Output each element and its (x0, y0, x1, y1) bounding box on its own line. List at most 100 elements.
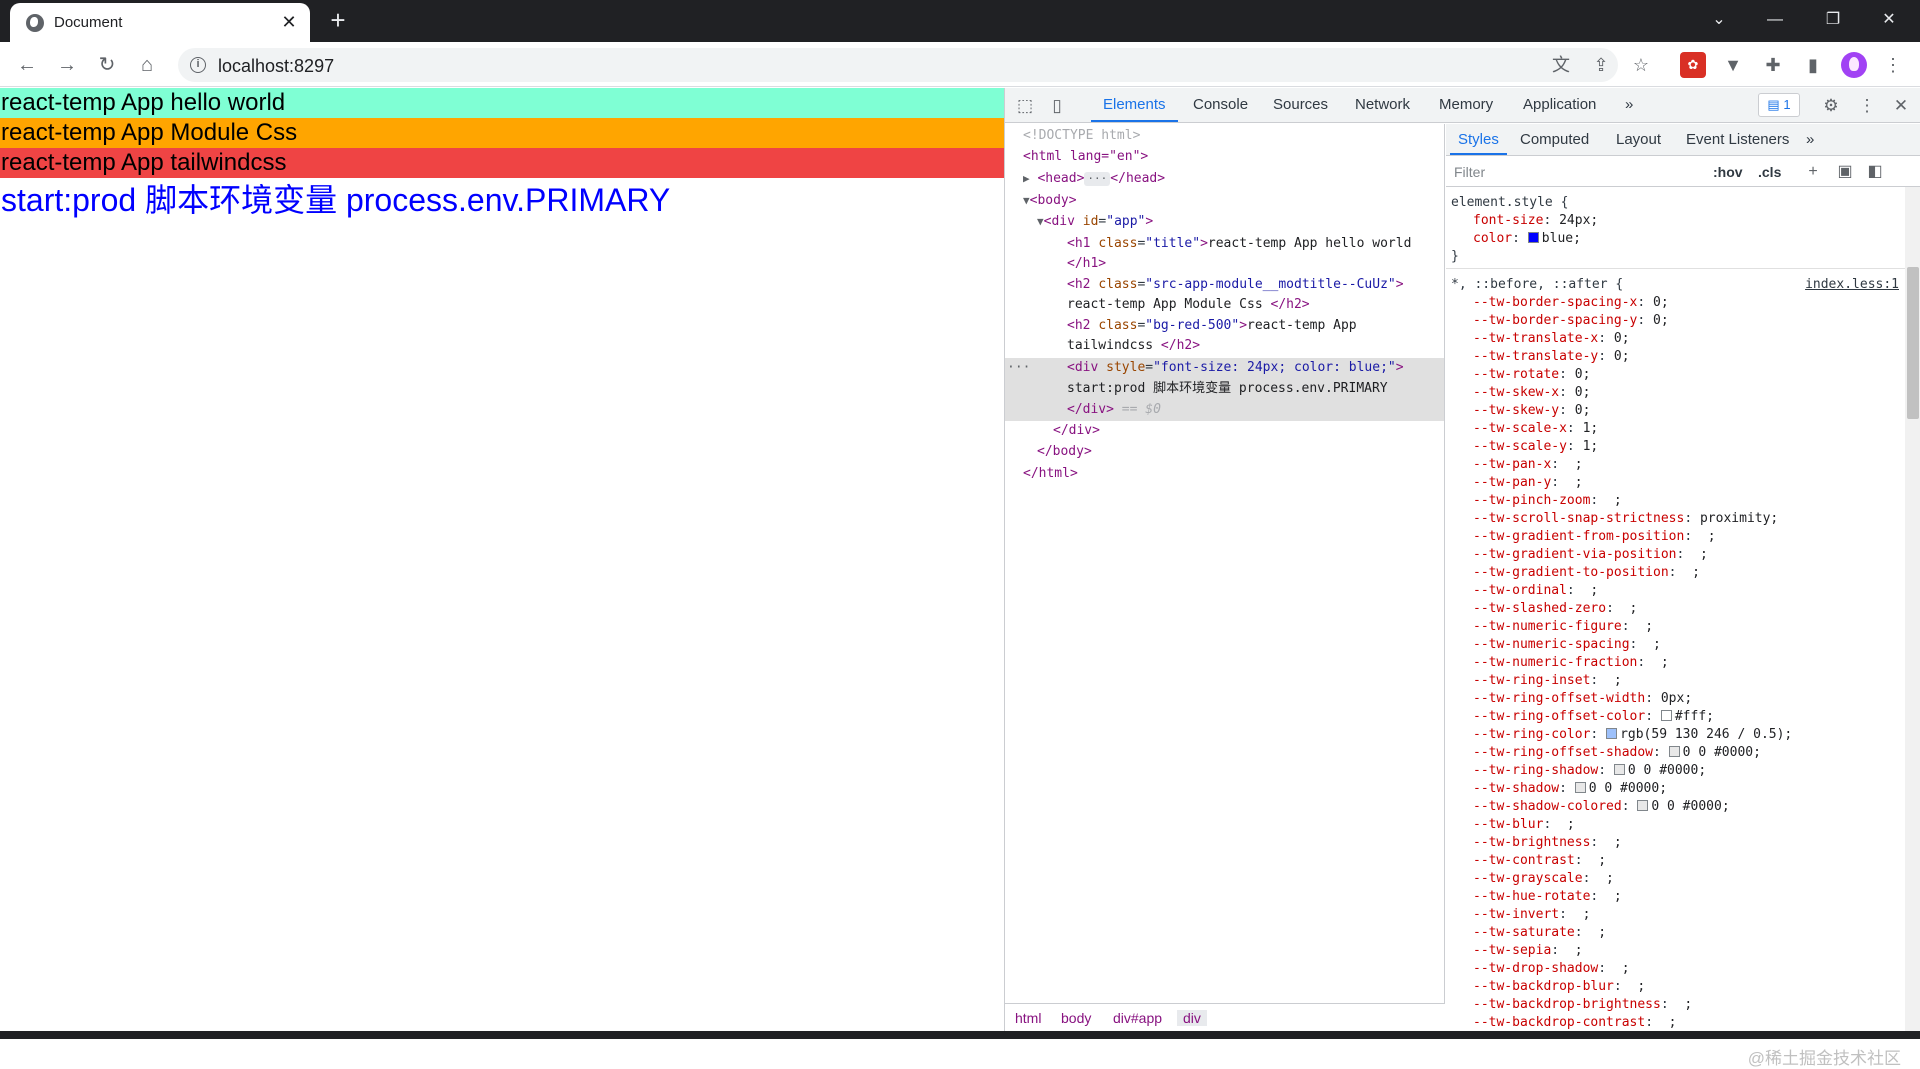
css-declaration[interactable]: --tw-shadow: 0 0 #0000; (1473, 780, 1667, 798)
css-declaration[interactable]: --tw-ordinal: ; (1473, 582, 1598, 600)
color-swatch[interactable] (1660, 710, 1672, 721)
css-declaration[interactable]: --tw-gradient-from-position: ; (1473, 528, 1716, 546)
css-declaration[interactable]: --tw-shadow-colored: 0 0 #0000; (1473, 798, 1730, 816)
devtools-menu-icon[interactable]: ⋮ (1855, 94, 1879, 118)
css-declaration[interactable]: --tw-pan-y: ; (1473, 474, 1583, 492)
collapse-triangle-icon[interactable]: ▼ (1037, 215, 1044, 228)
breadcrumb-div[interactable]: div (1177, 1010, 1207, 1026)
css-declaration[interactable]: --tw-drop-shadow: ; (1473, 960, 1630, 978)
css-declaration[interactable]: --tw-pinch-zoom: ; (1473, 492, 1622, 510)
css-declaration[interactable]: --tw-translate-x: 0; (1473, 330, 1630, 348)
dom-head-node[interactable]: ▶ <head> ··· </head> (1023, 169, 1165, 189)
stylesheet-source-link[interactable]: index.less:1 (1805, 277, 1899, 292)
scrollbar-thumb[interactable] (1907, 267, 1919, 419)
css-declaration[interactable]: --tw-gradient-via-position: ; (1473, 546, 1708, 564)
star-icon[interactable]: ☆ (1628, 52, 1654, 78)
tab-computed[interactable]: Computed (1520, 124, 1589, 155)
settings-gear-icon[interactable]: ⚙ (1819, 94, 1843, 118)
css-declaration[interactable]: --tw-skew-y: 0; (1473, 402, 1590, 420)
css-declaration[interactable]: --tw-ring-shadow: 0 0 #0000; (1473, 762, 1706, 780)
kebab-menu-icon[interactable]: ⋮ (1880, 52, 1906, 78)
css-declaration[interactable]: --tw-scale-x: 1; (1473, 420, 1598, 438)
css-declaration[interactable]: --tw-ring-offset-color: #fff; (1473, 708, 1714, 726)
hov-toggle[interactable]: :hov (1713, 161, 1743, 183)
css-declaration[interactable]: --tw-sepia: ; (1473, 942, 1583, 960)
css-declaration[interactable]: --tw-invert: ; (1473, 906, 1590, 924)
css-declaration[interactable]: color: blue; (1473, 230, 1581, 248)
styles-filter-input[interactable]: Filter (1454, 161, 1704, 183)
tab-elements[interactable]: Elements (1091, 88, 1178, 122)
cls-toggle[interactable]: .cls (1758, 161, 1781, 183)
dom-h2-tailwind-node[interactable]: <h2 class="bg-red-500">react-temp App (1067, 316, 1357, 336)
css-declaration[interactable]: --tw-slashed-zero: ; (1473, 600, 1637, 618)
css-declaration[interactable]: --tw-hue-rotate: ; (1473, 888, 1622, 906)
device-toolbar-icon[interactable]: ▯ (1045, 94, 1069, 118)
url-text[interactable]: localhost:8297 (218, 56, 334, 77)
collapse-triangle-icon[interactable]: ▼ (1023, 194, 1030, 207)
css-declaration[interactable]: --tw-grayscale: ; (1473, 870, 1614, 888)
css-declaration[interactable]: --tw-contrast: ; (1473, 852, 1606, 870)
tab-search-icon[interactable]: ⌄ (1696, 0, 1742, 40)
css-declaration[interactable]: --tw-border-spacing-x: 0; (1473, 294, 1669, 312)
issues-badge[interactable]: ▤ 1 (1758, 93, 1800, 117)
color-swatch[interactable] (1606, 728, 1618, 739)
tab-network[interactable]: Network (1355, 88, 1410, 122)
css-declaration[interactable]: --tw-gradient-to-position: ; (1473, 564, 1700, 582)
breadcrumb-html[interactable]: html (1015, 1010, 1041, 1026)
breadcrumb-div-app[interactable]: div#app (1113, 1010, 1162, 1026)
css-declaration[interactable]: --tw-saturate: ; (1473, 924, 1606, 942)
color-swatch[interactable] (1668, 746, 1680, 757)
sidebar-icon[interactable]: ▮ (1800, 52, 1826, 78)
tab-memory[interactable]: Memory (1439, 88, 1493, 122)
share-icon[interactable]: ⇪ (1588, 52, 1614, 78)
css-declaration[interactable]: --tw-rotate: 0; (1473, 366, 1590, 384)
inspect-element-icon[interactable]: ⬚ (1013, 94, 1037, 118)
css-declaration[interactable]: --tw-numeric-fraction: ; (1473, 654, 1669, 672)
tab-console[interactable]: Console (1193, 88, 1248, 122)
node-dots-icon[interactable]: ··· (1007, 358, 1030, 378)
dom-html-open[interactable]: <html lang="en"> (1023, 147, 1148, 167)
css-declaration[interactable]: --tw-ring-offset-shadow: 0 0 #0000; (1473, 744, 1761, 762)
color-swatch[interactable] (1527, 232, 1539, 243)
css-declaration[interactable]: --tw-numeric-spacing: ; (1473, 636, 1661, 654)
translate-icon[interactable]: 文 (1548, 52, 1574, 78)
css-declaration[interactable]: --tw-backdrop-contrast: ; (1473, 1014, 1677, 1032)
styles-more-icon[interactable]: » (1806, 124, 1814, 155)
css-declaration[interactable]: --tw-brightness: ; (1473, 834, 1622, 852)
close-window-button[interactable]: ✕ (1866, 0, 1912, 40)
color-swatch[interactable] (1613, 764, 1625, 775)
dom-div-app-node[interactable]: ▼<div id="app"> (1037, 212, 1153, 232)
new-tab-button[interactable]: + (324, 6, 352, 34)
tab-layout[interactable]: Layout (1616, 124, 1661, 155)
dom-h2-module-node[interactable]: <h2 class="src-app-module__modtitle--CuU… (1067, 275, 1404, 295)
browser-tab[interactable]: Document ✕ (10, 3, 310, 42)
toggle-sidebar-icon[interactable]: ◧ (1864, 161, 1886, 183)
breadcrumb-body[interactable]: body (1061, 1010, 1091, 1026)
color-swatch[interactable] (1637, 800, 1649, 811)
css-declaration[interactable]: font-size: 24px; (1473, 212, 1598, 230)
avatar[interactable] (1841, 52, 1867, 78)
tab-sources[interactable]: Sources (1273, 88, 1328, 122)
css-declaration[interactable]: --tw-ring-offset-width: 0px; (1473, 690, 1692, 708)
extension-v-icon[interactable]: ▼ (1720, 52, 1746, 78)
color-swatch[interactable] (1574, 782, 1586, 793)
css-declaration[interactable]: --tw-backdrop-blur: ; (1473, 978, 1645, 996)
extension-red-icon[interactable]: ✿ (1680, 52, 1706, 78)
styles-scrollbar[interactable] (1905, 187, 1920, 1031)
restore-button[interactable]: ❐ (1810, 0, 1856, 40)
css-declaration[interactable]: --tw-translate-y: 0; (1473, 348, 1630, 366)
dom-h1-node[interactable]: <h1 class="title">react-temp App hello w… (1067, 234, 1411, 254)
css-declaration[interactable]: --tw-ring-color: rgb(59 130 246 / 0.5); (1473, 726, 1792, 744)
close-devtools-icon[interactable]: ✕ (1889, 94, 1913, 118)
tab-event-listeners[interactable]: Event Listeners (1686, 124, 1789, 155)
tab-close-icon[interactable]: ✕ (278, 11, 300, 33)
home-icon[interactable]: ⌂ (132, 50, 162, 80)
tab-styles[interactable]: Styles (1450, 124, 1507, 155)
back-icon[interactable]: ← (12, 50, 42, 80)
paint-bucket-icon[interactable]: ▣ (1834, 161, 1856, 183)
dom-selected-div-node[interactable]: <div style="font-size: 24px; color: blue… (1067, 358, 1404, 378)
puzzle-icon[interactable]: ✚ (1760, 52, 1786, 78)
css-declaration[interactable]: --tw-scale-y: 1; (1473, 438, 1598, 456)
minimize-button[interactable]: — (1752, 0, 1798, 40)
forward-icon[interactable]: → (52, 50, 82, 80)
